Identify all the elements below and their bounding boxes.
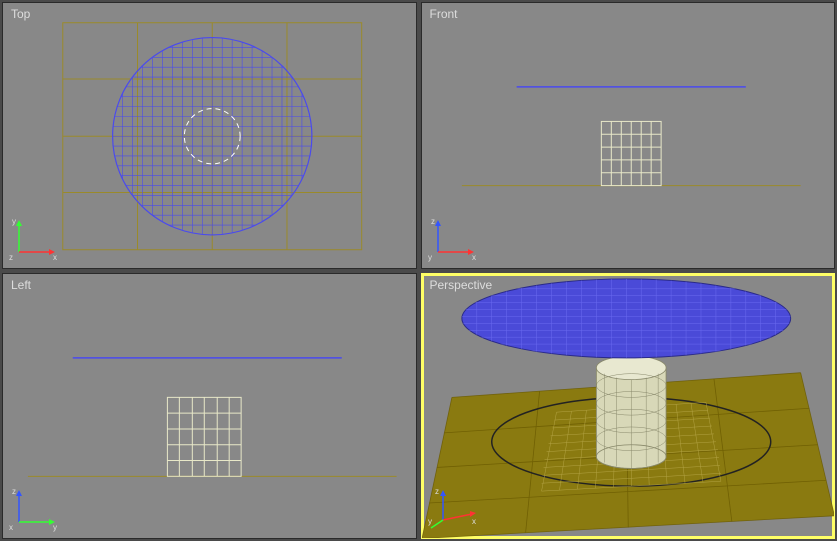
axis-gizmo-left: z y x (9, 482, 59, 532)
svg-text:x: x (53, 253, 57, 262)
viewport-label-left: Left (11, 278, 31, 292)
viewport-label-top: Top (11, 7, 30, 21)
viewport-perspective[interactable]: Perspective (421, 273, 836, 540)
svg-text:z: z (431, 217, 435, 226)
scene-perspective (422, 274, 835, 539)
svg-text:x: x (472, 517, 476, 526)
viewport-front[interactable]: Front z (421, 2, 836, 269)
scene-front (422, 3, 835, 268)
viewport-label-front: Front (430, 7, 458, 21)
viewport-top[interactable]: Top (2, 2, 417, 269)
viewport-left[interactable]: Left z y x (2, 273, 417, 540)
svg-text:x: x (472, 253, 476, 262)
scene-left (3, 274, 416, 539)
svg-text:z: z (12, 487, 16, 496)
axis-gizmo-perspective: z x y (428, 482, 478, 532)
viewport-label-perspective: Perspective (430, 278, 493, 292)
viewport-grid: Top (0, 0, 837, 541)
svg-text:z: z (435, 487, 439, 496)
svg-text:x: x (9, 523, 13, 532)
svg-text:z: z (9, 253, 13, 262)
svg-text:y: y (53, 523, 57, 532)
axis-gizmo-top: y x z (9, 212, 59, 262)
svg-text:y: y (428, 517, 432, 526)
svg-text:y: y (428, 253, 432, 262)
axis-gizmo-front: z x y (428, 212, 478, 262)
svg-text:y: y (12, 217, 16, 226)
scene-top (3, 3, 416, 268)
